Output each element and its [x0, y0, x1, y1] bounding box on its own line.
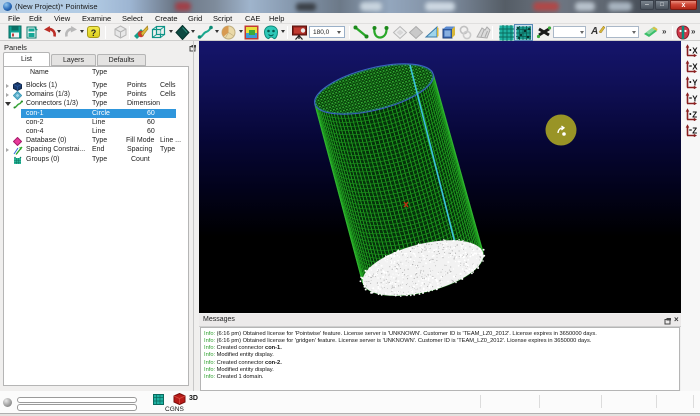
svg-text:Z: Z — [692, 127, 697, 136]
svg-text:Y: Y — [692, 79, 698, 88]
svg-text:Z: Z — [692, 111, 697, 120]
svg-text:X: X — [692, 63, 698, 72]
svg-text:Y: Y — [692, 95, 698, 104]
svg-text:X: X — [692, 47, 698, 56]
